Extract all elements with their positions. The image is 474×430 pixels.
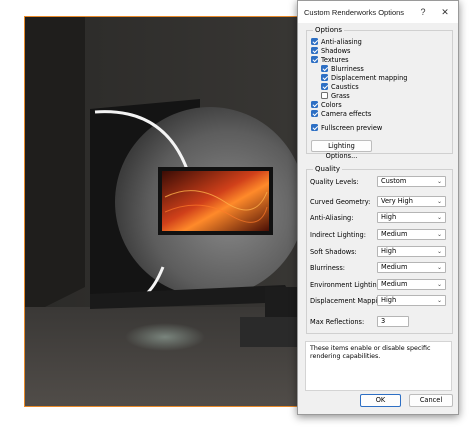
checkbox-fullscreen-preview[interactable]: Fullscreen preview	[311, 123, 382, 132]
checkbox-checked-icon[interactable]	[321, 83, 328, 90]
help-button[interactable]: ?	[416, 5, 430, 19]
checkbox-label: Shadows	[321, 46, 351, 55]
title-bar: Custom Renderworks Options ? ✕	[298, 1, 458, 23]
blurriness-label: Blurriness:	[310, 264, 346, 272]
checkbox-checked-icon[interactable]	[311, 101, 318, 108]
soft-shadows-select[interactable]: High ⌄	[377, 246, 446, 257]
chevron-down-icon: ⌄	[436, 178, 442, 185]
checkbox-label: Displacement mapping	[331, 73, 408, 82]
checkbox-label: Blurriness	[331, 64, 364, 73]
environment-lighting-label: Environment Lighting:	[310, 281, 384, 289]
select-value: Medium	[381, 263, 408, 271]
select-value: High	[381, 213, 397, 221]
select-value: Very High	[381, 197, 413, 205]
checkbox-checked-icon[interactable]	[311, 56, 318, 63]
close-button[interactable]: ✕	[438, 5, 452, 19]
checkbox-checked-icon[interactable]	[311, 110, 318, 117]
chevron-down-icon: ⌄	[436, 281, 442, 288]
checkbox-camera-effects[interactable]: Camera effects	[311, 109, 371, 118]
checkbox-label: Camera effects	[321, 109, 372, 118]
checkbox-checked-icon[interactable]	[321, 65, 328, 72]
checkbox-anti-aliasing[interactable]: Anti-aliasing	[311, 37, 362, 46]
select-value: Medium	[381, 230, 408, 238]
indirect-lighting-label: Indirect Lighting:	[310, 231, 366, 239]
checkbox-textures[interactable]: Textures	[311, 55, 349, 64]
chevron-down-icon: ⌄	[436, 214, 442, 221]
displacement-mapping-select[interactable]: High ⌄	[377, 295, 446, 306]
lighting-options-button[interactable]: Lighting Options...	[311, 140, 372, 160]
max-reflections-input[interactable]: 3	[377, 316, 409, 327]
ok-button[interactable]: OK	[360, 394, 401, 407]
checkbox-grass[interactable]: Grass	[321, 91, 350, 100]
checkbox-checked-icon[interactable]	[311, 47, 318, 54]
checkbox-label: Anti-aliasing	[321, 37, 362, 46]
max-reflections-label: Max Reflections:	[310, 318, 365, 326]
select-value: Custom	[381, 177, 407, 185]
options-legend: Options	[313, 26, 345, 34]
curved-geometry-label: Curved Geometry:	[310, 198, 371, 206]
checkbox-shadows[interactable]: Shadows	[311, 46, 350, 55]
environment-lighting-select[interactable]: Medium ⌄	[377, 279, 446, 290]
quality-legend: Quality	[313, 165, 343, 173]
curved-geometry-select[interactable]: Very High ⌄	[377, 196, 446, 207]
chevron-down-icon: ⌄	[436, 198, 442, 205]
cancel-button[interactable]: Cancel	[409, 394, 453, 407]
chevron-down-icon: ⌄	[436, 248, 442, 255]
indirect-lighting-select[interactable]: Medium ⌄	[377, 229, 446, 240]
checkbox-label: Grass	[331, 91, 350, 100]
chevron-down-icon: ⌄	[436, 297, 442, 304]
anti-aliasing-select[interactable]: High ⌄	[377, 212, 446, 223]
blurriness-select[interactable]: Medium ⌄	[377, 262, 446, 273]
checkbox-checked-icon[interactable]	[311, 124, 318, 131]
anti-aliasing-label: Anti-Aliasing:	[310, 214, 354, 222]
select-value: Medium	[381, 280, 408, 288]
dialog-title: Custom Renderworks Options	[304, 8, 405, 17]
quality-levels-label: Quality Levels:	[310, 178, 359, 186]
checkbox-caustics[interactable]: Caustics	[321, 82, 359, 91]
checkbox-displacement-mapping[interactable]: Displacement mapping	[321, 73, 407, 82]
checkbox-checked-icon[interactable]	[311, 38, 318, 45]
chevron-down-icon: ⌄	[436, 231, 442, 238]
checkbox-label: Colors	[321, 100, 342, 109]
help-note: These items enable or disable specific r…	[305, 341, 452, 391]
select-value: High	[381, 247, 397, 255]
checkbox-unchecked-icon[interactable]	[321, 92, 328, 99]
select-value: High	[381, 296, 397, 304]
checkbox-checked-icon[interactable]	[321, 74, 328, 81]
checkbox-blurriness[interactable]: Blurriness	[321, 64, 364, 73]
soft-shadows-label: Soft Shadows:	[310, 248, 357, 256]
quality-levels-select[interactable]: Custom ⌄	[377, 176, 446, 187]
checkbox-label: Textures	[321, 55, 349, 64]
checkbox-colors[interactable]: Colors	[311, 100, 342, 109]
checkbox-label: Caustics	[331, 82, 359, 91]
checkbox-label: Fullscreen preview	[321, 123, 383, 132]
chevron-down-icon: ⌄	[436, 264, 442, 271]
